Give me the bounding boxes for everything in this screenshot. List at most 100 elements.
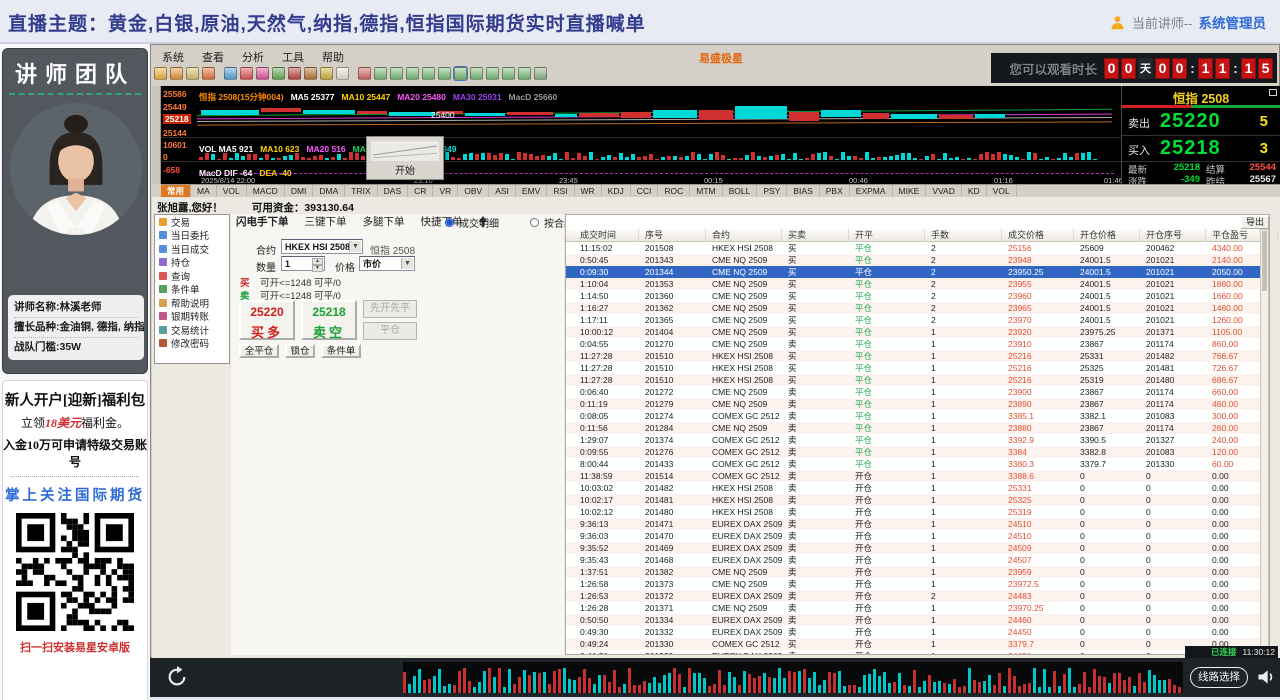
- indicator-tab-VOL[interactable]: VOL: [987, 185, 1017, 197]
- indicator-tab-DMA[interactable]: DMA: [313, 185, 345, 197]
- chevron-down-icon[interactable]: ▼: [349, 241, 361, 252]
- column-header-买卖[interactable]: 买卖: [786, 229, 849, 242]
- tree-item-修改密码[interactable]: 修改密码: [155, 337, 229, 351]
- sell-short-button[interactable]: 25218 卖空: [301, 300, 357, 340]
- table-row[interactable]: 1:17:11201365CME NQ 2509买平仓22397024001.5…: [566, 314, 1269, 326]
- toolbar-icon-16[interactable]: [406, 67, 419, 80]
- indicator-tab-EMV[interactable]: EMV: [516, 185, 547, 197]
- toolbar-icon-8[interactable]: [272, 67, 285, 80]
- lock-position-button[interactable]: 锁仓: [285, 344, 315, 358]
- table-row[interactable]: 11:27:28201510HKEX HSI 2508买平仓1252162531…: [566, 374, 1269, 386]
- radio-trade-detail[interactable]: [445, 218, 454, 227]
- table-row[interactable]: 0:41:51201329EUREX DAX 2509卖开仓124451000.…: [566, 650, 1269, 654]
- close-position-button[interactable]: 平仓: [363, 322, 417, 340]
- table-row[interactable]: 9:36:13201471EUREX DAX 2509卖开仓124510000.…: [566, 518, 1269, 530]
- toolbar-icon-19[interactable]: [454, 67, 467, 80]
- toolbar-icon-4[interactable]: [202, 67, 215, 80]
- menu-item-系统[interactable]: 系统: [153, 48, 193, 66]
- table-row[interactable]: 0:06:40201272CME NQ 2509卖平仓1239002386720…: [566, 386, 1269, 398]
- table-row[interactable]: 0:09:30201344CME NQ 2509买平仓223950.252400…: [566, 266, 1269, 278]
- column-header-合约[interactable]: 合约: [710, 229, 782, 242]
- tree-item-条件单[interactable]: 条件单: [155, 283, 229, 297]
- column-header-开平[interactable]: 开平: [853, 229, 925, 242]
- table-row[interactable]: 11:27:28201510HKEX HSI 2508买平仓1252162533…: [566, 350, 1269, 362]
- column-header-手数[interactable]: 手数: [929, 229, 1002, 242]
- table-row[interactable]: 10:02:17201481HKEX HSI 2508卖开仓125325000.…: [566, 494, 1269, 506]
- indicator-tab-DAS[interactable]: DAS: [378, 185, 408, 197]
- table-row[interactable]: 1:16:27201362CME NQ 2509买平仓22396524001.5…: [566, 302, 1269, 314]
- menu-item-工具[interactable]: 工具: [273, 48, 313, 66]
- speaker-icon[interactable]: [1256, 667, 1276, 687]
- table-row[interactable]: 9:36:03201470EUREX DAX 2509卖开仓124510000.…: [566, 530, 1269, 542]
- toolbar-icon-10[interactable]: [304, 67, 317, 80]
- conditional-order-button[interactable]: 条件单: [321, 344, 361, 358]
- tree-item-查询[interactable]: 查询: [155, 269, 229, 283]
- indicator-tab-EXPMA[interactable]: EXPMA: [850, 185, 893, 197]
- column-header-开仓序号[interactable]: 开仓序号: [1144, 229, 1206, 242]
- toolbar-icon-22[interactable]: [502, 67, 515, 80]
- indicator-tab-MACD[interactable]: MACD: [247, 185, 285, 197]
- indicator-tab-MA[interactable]: MA: [191, 185, 217, 197]
- indicator-tab-PSY[interactable]: PSY: [757, 185, 787, 197]
- radio-contract-summary[interactable]: [530, 218, 539, 227]
- chevron-down-icon[interactable]: ▼: [401, 258, 413, 269]
- order-tab-闪电手下单[interactable]: 闪电手下单: [236, 214, 289, 229]
- export-button[interactable]: 导出: [1241, 216, 1269, 229]
- spinner-arrows[interactable]: ▲▼: [312, 258, 323, 269]
- indicator-tab-BOLL[interactable]: BOLL: [723, 185, 758, 197]
- window-icon[interactable]: [1269, 89, 1277, 96]
- table-row[interactable]: 10:02:12201480HKEX HSI 2508卖开仓125319000.…: [566, 506, 1269, 518]
- toolbar-icon-18[interactable]: [438, 67, 451, 80]
- toolbar-icon-11[interactable]: [320, 67, 333, 80]
- indicator-tab-ASI[interactable]: ASI: [489, 185, 516, 197]
- menu-item-查看[interactable]: 查看: [193, 48, 233, 66]
- tree-item-当日委托[interactable]: 当日委托: [155, 229, 229, 243]
- toolbar-icon-3[interactable]: [186, 67, 199, 80]
- table-row[interactable]: 1:10:04201353CME NQ 2509买平仓22395524001.5…: [566, 278, 1269, 290]
- indicator-tab-BIAS[interactable]: BIAS: [787, 185, 819, 197]
- table-row[interactable]: 9:35:43201468EUREX DAX 2509卖开仓124507000.…: [566, 554, 1269, 566]
- indicator-tab-常用[interactable]: 常用: [161, 185, 191, 197]
- indicator-tab-VR[interactable]: VR: [433, 185, 458, 197]
- toolbar-icon-23[interactable]: [518, 67, 531, 80]
- table-row[interactable]: 11:15:02201508HKEX HSI 2508买平仓2251562560…: [566, 242, 1269, 254]
- toolbar-icon-1[interactable]: [154, 67, 167, 80]
- toolbar-icon-15[interactable]: [390, 67, 403, 80]
- toolbar-icon-21[interactable]: [486, 67, 499, 80]
- quantity-stepper[interactable]: 1 ▲▼: [281, 256, 325, 271]
- toolbar-icon-24[interactable]: [534, 67, 547, 80]
- indicator-tab-KD[interactable]: KD: [962, 185, 987, 197]
- indicator-tab-RSI[interactable]: RSI: [547, 185, 574, 197]
- indicator-tab-DMI[interactable]: DMI: [285, 185, 314, 197]
- table-row[interactable]: 0:49:24201330COMEX GC 2512买开仓13379.7000.…: [566, 638, 1269, 650]
- indicator-tab-KDJ[interactable]: KDJ: [602, 185, 631, 197]
- table-row[interactable]: 10:03:02201482HKEX HSI 2508卖开仓125331000.…: [566, 482, 1269, 494]
- column-header-开仓价格[interactable]: 开仓价格: [1078, 229, 1140, 242]
- indicator-tab-CR[interactable]: CR: [408, 185, 433, 197]
- table-row[interactable]: 11:27:28201510HKEX HSI 2508买平仓1252162532…: [566, 362, 1269, 374]
- table-row[interactable]: 1:37:51201382CME NQ 2509卖开仓123959000.001…: [566, 566, 1269, 578]
- table-row[interactable]: 1:26:53201372EUREX DAX 2509卖开仓224483000.…: [566, 590, 1269, 602]
- table-row[interactable]: 10:00:12201404CME NQ 2509买平仓12392023975.…: [566, 326, 1269, 338]
- toolbar-icon-2[interactable]: [170, 67, 183, 80]
- indicator-tab-PBX[interactable]: PBX: [820, 185, 850, 197]
- table-row[interactable]: 0:11:19201279CME NQ 2509卖平仓1238902386720…: [566, 398, 1269, 410]
- indicator-tab-VOL[interactable]: VOL: [217, 185, 247, 197]
- toolbar-icon-9[interactable]: [288, 67, 301, 80]
- table-row[interactable]: 0:50:45201343CME NQ 2509买平仓22394824001.5…: [566, 254, 1269, 266]
- price-type-select[interactable]: 市价 ▼: [359, 256, 415, 271]
- toolbar-icon-6[interactable]: [240, 67, 253, 80]
- buy-long-button[interactable]: 25220 买多: [239, 300, 295, 340]
- table-scrollbar[interactable]: [1260, 229, 1269, 653]
- indicator-tab-VVAD[interactable]: VVAD: [926, 185, 962, 197]
- toolbar-icon-17[interactable]: [422, 67, 435, 80]
- tree-item-交易[interactable]: 交易: [155, 215, 229, 229]
- table-row[interactable]: 1:26:28201371CME NQ 2509卖开仓123970.25000.…: [566, 602, 1269, 614]
- column-header-序号[interactable]: 序号: [643, 229, 706, 242]
- toolbar-icon-7[interactable]: [256, 67, 269, 80]
- table-row[interactable]: 0:50:50201334EUREX DAX 2509卖开仓124460000.…: [566, 614, 1269, 626]
- indicator-tab-TRIX[interactable]: TRIX: [345, 185, 377, 197]
- contract-select[interactable]: HKEX HSI 2508 ▼: [281, 239, 363, 254]
- table-row[interactable]: 0:04:55201270CME NQ 2509卖平仓1239102386720…: [566, 338, 1269, 350]
- indicator-tab-CCI[interactable]: CCI: [631, 185, 659, 197]
